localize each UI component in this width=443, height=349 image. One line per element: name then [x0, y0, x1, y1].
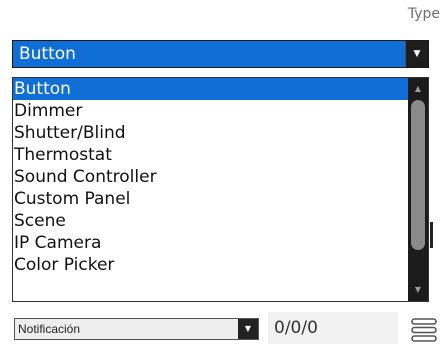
triangle-up-icon[interactable]: ▲ [408, 80, 428, 98]
background-edge [430, 222, 433, 248]
type-label: Type [407, 6, 440, 22]
option-custom-panel[interactable]: Custom Panel [13, 188, 408, 210]
triangle-down-icon[interactable]: ▼ [408, 281, 428, 299]
address-field[interactable] [268, 312, 398, 344]
option-thermostat[interactable]: Thermostat [13, 144, 408, 166]
type-select[interactable]: Button ▼ [12, 40, 429, 68]
scrollbar-thumb[interactable] [411, 100, 425, 250]
notification-select[interactable]: Notificación ▼ [14, 318, 259, 340]
option-scene[interactable]: Scene [13, 210, 408, 232]
dropdown-scrollbar[interactable]: ▲ ▼ [408, 78, 428, 301]
option-button[interactable]: Button [13, 78, 408, 100]
triangle-down-icon[interactable]: ▼ [405, 41, 428, 67]
type-dropdown-list[interactable]: Button Dimmer Shutter/Blind Thermostat S… [12, 77, 429, 302]
triangle-down-icon[interactable]: ▼ [238, 319, 258, 339]
option-dimmer[interactable]: Dimmer [13, 100, 408, 122]
hamburger-menu-icon[interactable] [410, 316, 438, 344]
option-color-picker[interactable]: Color Picker [13, 254, 408, 276]
option-ip-camera[interactable]: IP Camera [13, 232, 408, 254]
dropdown-options: Button Dimmer Shutter/Blind Thermostat S… [13, 78, 408, 301]
notification-select-value: Notificación [18, 322, 81, 336]
type-select-value: Button [19, 44, 76, 64]
option-shutter-blind[interactable]: Shutter/Blind [13, 122, 408, 144]
option-sound-controller[interactable]: Sound Controller [13, 166, 408, 188]
